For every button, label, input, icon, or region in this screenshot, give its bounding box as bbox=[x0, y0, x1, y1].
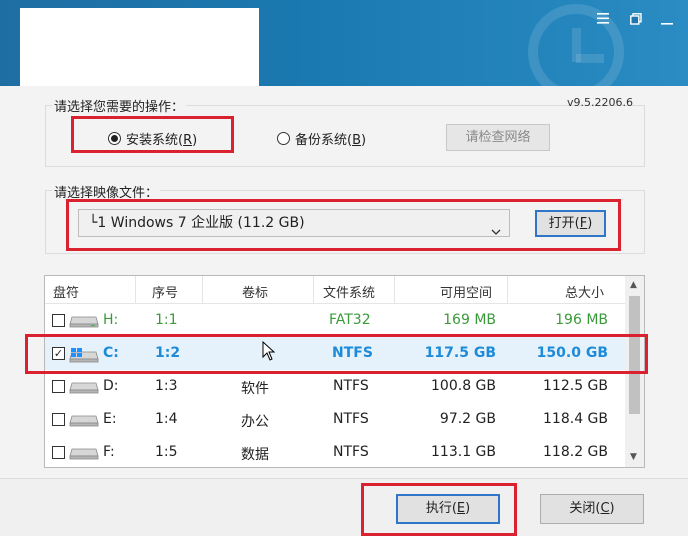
table-row[interactable]: F: 1:5 数据 NTFS 113.1 GB 118.2 GB bbox=[45, 436, 625, 467]
column-header-free[interactable]: 可用空间 bbox=[440, 282, 492, 301]
backup-radio-label: 备份系统(B) bbox=[295, 133, 367, 148]
row-checkbox[interactable] bbox=[52, 380, 65, 393]
execute-button[interactable]: 执行(E) bbox=[396, 494, 500, 524]
total-size: 112.5 GB bbox=[543, 378, 608, 394]
column-header-drive[interactable]: 盘符 bbox=[53, 282, 79, 301]
column-header-filesystem[interactable]: 文件系统 bbox=[323, 282, 375, 301]
logo-placeholder bbox=[20, 8, 259, 86]
column-header-total[interactable]: 总大小 bbox=[565, 282, 604, 301]
hard-drive-icon bbox=[69, 414, 99, 431]
windows-drive-icon bbox=[69, 348, 99, 367]
scroll-down-icon[interactable]: ▼ bbox=[630, 452, 637, 462]
partition-table: 盘符 序号 卷标 文件系统 可用空间 总大小 H: 1:1 FAT32 169 … bbox=[44, 275, 645, 468]
drive-letter: C: bbox=[103, 345, 119, 361]
table-header: 盘符 序号 卷标 文件系统 可用空间 总大小 bbox=[45, 276, 625, 304]
total-size: 150.0 GB bbox=[536, 345, 608, 361]
backup-system-radio[interactable]: 备份系统(B) bbox=[277, 129, 366, 148]
volume-label: 办公 bbox=[241, 414, 269, 430]
operation-label: 请选择您需要的操作： bbox=[52, 96, 187, 115]
drive-letter: H: bbox=[103, 312, 119, 328]
install-system-radio[interactable]: 安装系统(R) bbox=[108, 129, 197, 148]
filesystem: FAT32 bbox=[329, 312, 371, 328]
close-button[interactable]: 关闭(C) bbox=[540, 494, 644, 524]
minimize-icon[interactable] bbox=[656, 10, 678, 30]
image-select[interactable]: └1 Windows 7 企业版 (11.2 GB) bbox=[78, 209, 510, 237]
image-select-value: └1 Windows 7 企业版 (11.2 GB) bbox=[89, 215, 305, 231]
partition-index: 1:4 bbox=[155, 411, 178, 427]
hard-drive-icon bbox=[69, 381, 99, 398]
usb-drive-icon bbox=[69, 315, 99, 332]
header-banner bbox=[0, 0, 688, 86]
mouse-cursor-icon bbox=[262, 340, 276, 365]
total-size: 118.4 GB bbox=[543, 411, 608, 427]
free-space: 100.8 GB bbox=[431, 378, 496, 394]
menu-icon[interactable] bbox=[592, 10, 614, 30]
image-label: 请选择映像文件： bbox=[52, 182, 161, 201]
total-size: 118.2 GB bbox=[543, 444, 608, 460]
partition-index: 1:2 bbox=[155, 345, 181, 361]
install-radio-label: 安装系统(R) bbox=[126, 133, 198, 148]
install-radio-circle[interactable] bbox=[108, 132, 121, 145]
table-row[interactable]: H: 1:1 FAT32 169 MB 196 MB bbox=[45, 304, 625, 337]
scrollbar-thumb[interactable] bbox=[629, 296, 640, 414]
drive-letter: F: bbox=[103, 444, 115, 460]
volume-label: 数据 bbox=[241, 447, 269, 463]
column-header-index[interactable]: 序号 bbox=[152, 282, 178, 301]
chevron-down-icon bbox=[491, 219, 501, 245]
volume-label: 软件 bbox=[241, 381, 269, 397]
partition-index: 1:3 bbox=[155, 378, 178, 394]
table-scrollbar[interactable]: ▲ ▼ bbox=[625, 276, 644, 467]
column-header-label[interactable]: 卷标 bbox=[242, 282, 268, 301]
free-space: 169 MB bbox=[443, 312, 496, 328]
hard-drive-icon bbox=[69, 447, 99, 464]
free-space: 97.2 GB bbox=[439, 411, 496, 427]
version-text: v9.5.2206.6 bbox=[567, 96, 633, 109]
open-file-button[interactable]: 打开(F) bbox=[535, 210, 606, 237]
check-network-button[interactable]: 请检查网络 bbox=[446, 124, 550, 151]
table-row[interactable]: E: 1:4 办公 NTFS 97.2 GB 118.4 GB bbox=[45, 403, 625, 436]
scroll-up-icon[interactable]: ▲ bbox=[630, 280, 637, 290]
filesystem: NTFS bbox=[333, 411, 369, 427]
filesystem: NTFS bbox=[333, 444, 369, 460]
row-checkbox[interactable] bbox=[52, 413, 65, 426]
table-row[interactable]: D: 1:3 软件 NTFS 100.8 GB 112.5 GB bbox=[45, 370, 625, 403]
filesystem: NTFS bbox=[333, 378, 369, 394]
free-space: 117.5 GB bbox=[424, 345, 496, 361]
row-checkbox-checked[interactable]: ✓ bbox=[52, 347, 65, 360]
free-space: 113.1 GB bbox=[431, 444, 496, 460]
restore-window-icon[interactable] bbox=[625, 10, 647, 30]
filesystem: NTFS bbox=[332, 345, 373, 361]
drive-letter: D: bbox=[103, 378, 119, 394]
drive-letter: E: bbox=[103, 411, 117, 427]
partition-index: 1:5 bbox=[155, 444, 178, 460]
backup-radio-circle[interactable] bbox=[277, 132, 290, 145]
table-row-selected[interactable]: ✓ C: 1:2 NTFS 117.5 GB 150.0 GB bbox=[45, 337, 625, 370]
row-checkbox[interactable] bbox=[52, 314, 65, 327]
row-checkbox[interactable] bbox=[52, 446, 65, 459]
total-size: 196 MB bbox=[555, 312, 608, 328]
partition-index: 1:1 bbox=[155, 312, 178, 328]
